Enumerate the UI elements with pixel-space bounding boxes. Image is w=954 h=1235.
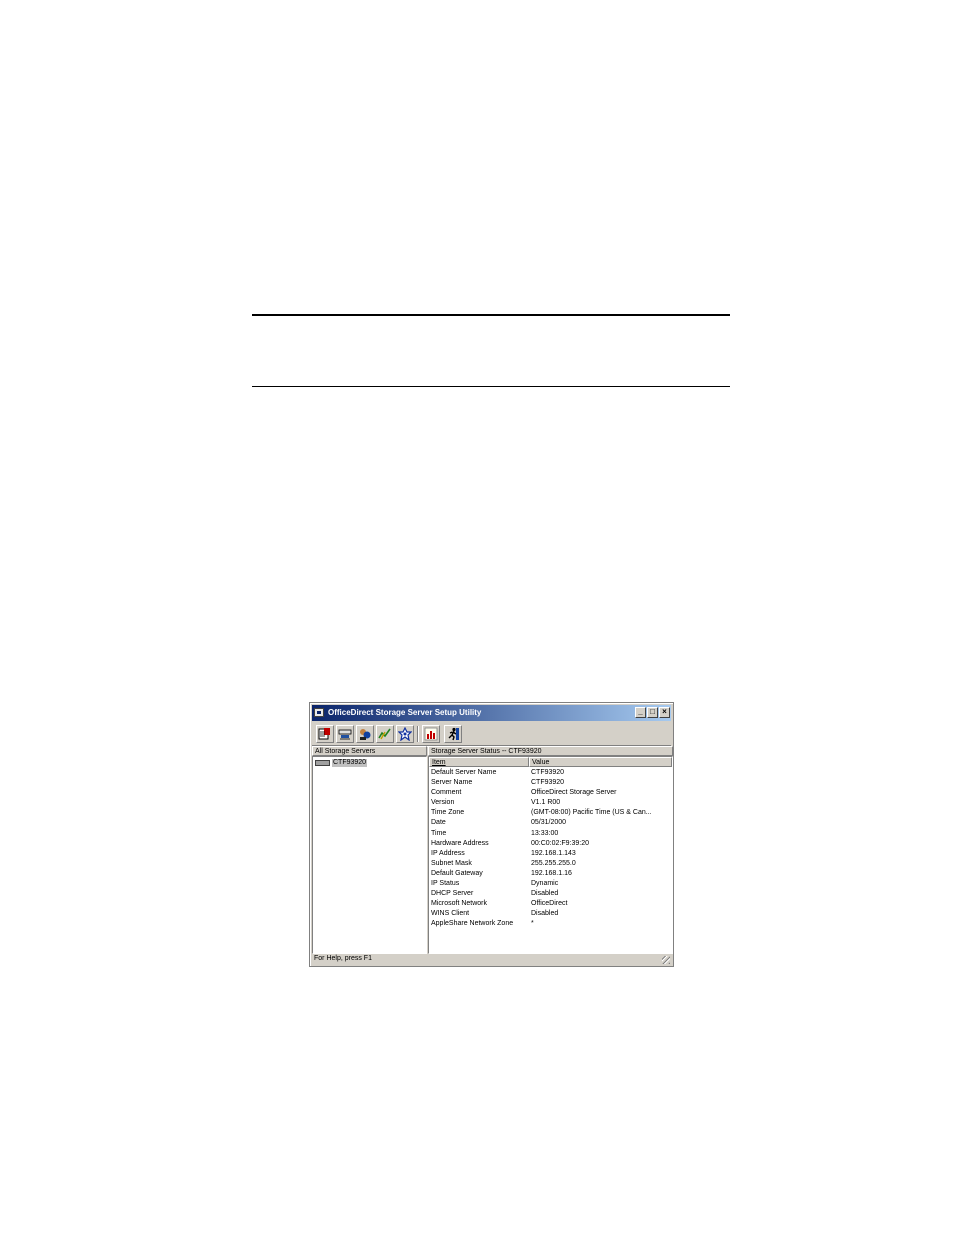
toolbar (312, 723, 671, 746)
signal-button[interactable] (376, 725, 394, 743)
exit-icon (448, 727, 459, 741)
row-value: 05/31/2000 (531, 819, 567, 827)
server-tree[interactable]: CTF93920 (312, 756, 427, 954)
row-item: Subnet Mask (431, 859, 472, 867)
properties-button[interactable] (316, 725, 334, 743)
table-row[interactable]: Time Zone (GMT-08:00) Pacific Time (US & … (429, 808, 672, 818)
row-item: Time (431, 829, 447, 837)
row-item: Server Name (431, 779, 473, 787)
app-window: OfficeDirect Storage Server Setup Utilit… (309, 702, 674, 967)
table-row[interactable]: DHCP Server Disabled (429, 889, 672, 899)
status-list: Item Value Default Server Name CTF93920 Se… (428, 756, 673, 954)
column-header-value[interactable]: Value (529, 757, 672, 767)
table-row[interactable]: Version V1.1 R00 (429, 798, 672, 808)
network-button[interactable] (336, 725, 354, 743)
table-row[interactable]: IP Status Dynamic (429, 879, 672, 889)
row-value: * (531, 920, 534, 928)
row-value: Disabled (531, 890, 559, 898)
bottom-rule (252, 386, 730, 387)
row-value: CTF93920 (531, 779, 565, 787)
table-row[interactable]: Server Name CTF93920 (429, 778, 672, 788)
app-icon[interactable] (314, 708, 324, 717)
close-button[interactable]: × (659, 707, 670, 718)
row-value: Disabled (531, 910, 559, 918)
table-row[interactable]: IP Address 192.168.1.143 (429, 849, 672, 859)
row-value: 255.255.255.0 (531, 859, 576, 867)
right-pane-header: Storage Server Status -- CTF93920 (428, 746, 673, 756)
server-icon (315, 760, 330, 766)
row-value: OfficeDirect Storage Server (531, 789, 617, 797)
chart-icon (424, 727, 438, 741)
table-row[interactable]: Hardware Address 00:C0:02:F9:39:20 (429, 839, 672, 849)
signal-icon (378, 728, 391, 740)
row-item: DHCP Server (431, 890, 474, 898)
resize-grip-icon[interactable] (662, 956, 670, 964)
left-pane-header: All Storage Servers (312, 746, 427, 756)
row-value: 13:33:00 (531, 829, 559, 837)
maximize-button[interactable]: □ (647, 707, 658, 718)
row-value: (GMT-08:00) Pacific Time (US & Can... (531, 809, 652, 817)
row-value: V1.1 R00 (531, 799, 561, 807)
row-item: IP Address (431, 849, 465, 857)
row-item: Version (431, 799, 455, 807)
title-bar[interactable]: OfficeDirect Storage Server Setup Utilit… (312, 705, 671, 721)
status-text: For Help, press F1 (314, 955, 372, 962)
status-rows: Default Server Name CTF93920 Server Name CT… (429, 768, 672, 930)
row-value: Dynamic (531, 880, 559, 888)
window-controls: _ □ × (635, 707, 670, 718)
server-label: CTF93920 (332, 759, 368, 767)
row-item: Default Server Name (431, 769, 497, 776)
row-value: CTF93920 (531, 769, 565, 776)
table-row[interactable]: Microsoft Network OfficeDirect (429, 899, 672, 909)
table-row[interactable]: AppleShare Network Zone * (429, 919, 672, 929)
row-value: 00:C0:02:F9:39:20 (531, 839, 589, 847)
row-item: Date (431, 819, 446, 827)
top-rule (252, 314, 730, 316)
row-item: Default Gateway (431, 869, 483, 877)
chart-button[interactable] (422, 725, 440, 743)
users-button[interactable] (356, 725, 374, 743)
table-row[interactable]: Subnet Mask 255.255.255.0 (429, 859, 672, 869)
table-row[interactable]: Default Server Name CTF93920 (429, 768, 672, 778)
table-row[interactable]: Date 05/31/2000 (429, 818, 672, 828)
row-item: IP Status (431, 880, 460, 888)
table-row[interactable]: WINS Client Disabled (429, 909, 672, 919)
row-item: Hardware Address (431, 839, 489, 847)
network-icon (338, 729, 352, 740)
properties-icon (318, 728, 330, 740)
users-icon (360, 729, 371, 740)
star-button[interactable] (396, 725, 414, 743)
tree-item-server[interactable]: CTF93920 (315, 759, 368, 767)
window-title: OfficeDirect Storage Server Setup Utilit… (328, 708, 482, 717)
row-item: Time Zone (431, 809, 465, 817)
column-header-item[interactable]: Item (429, 757, 529, 767)
row-item: Comment (431, 789, 462, 797)
row-item: Microsoft Network (431, 900, 488, 908)
table-row[interactable]: Default Gateway 192.168.1.16 (429, 869, 672, 879)
row-value: 192.168.1.16 (531, 869, 572, 877)
minimize-button[interactable]: _ (635, 707, 646, 718)
table-row[interactable]: Time 13:33:00 (429, 829, 672, 839)
row-value: 192.168.1.143 (531, 849, 576, 857)
table-row[interactable]: Comment OfficeDirect Storage Server (429, 788, 672, 798)
star-icon (398, 727, 412, 741)
status-bar: For Help, press F1 (312, 954, 671, 965)
toolbar-separator (417, 726, 418, 742)
row-value: OfficeDirect (531, 900, 568, 908)
row-item: AppleShare Network Zone (431, 920, 514, 928)
row-item: WINS Client (431, 910, 470, 918)
exit-button[interactable] (444, 725, 462, 743)
